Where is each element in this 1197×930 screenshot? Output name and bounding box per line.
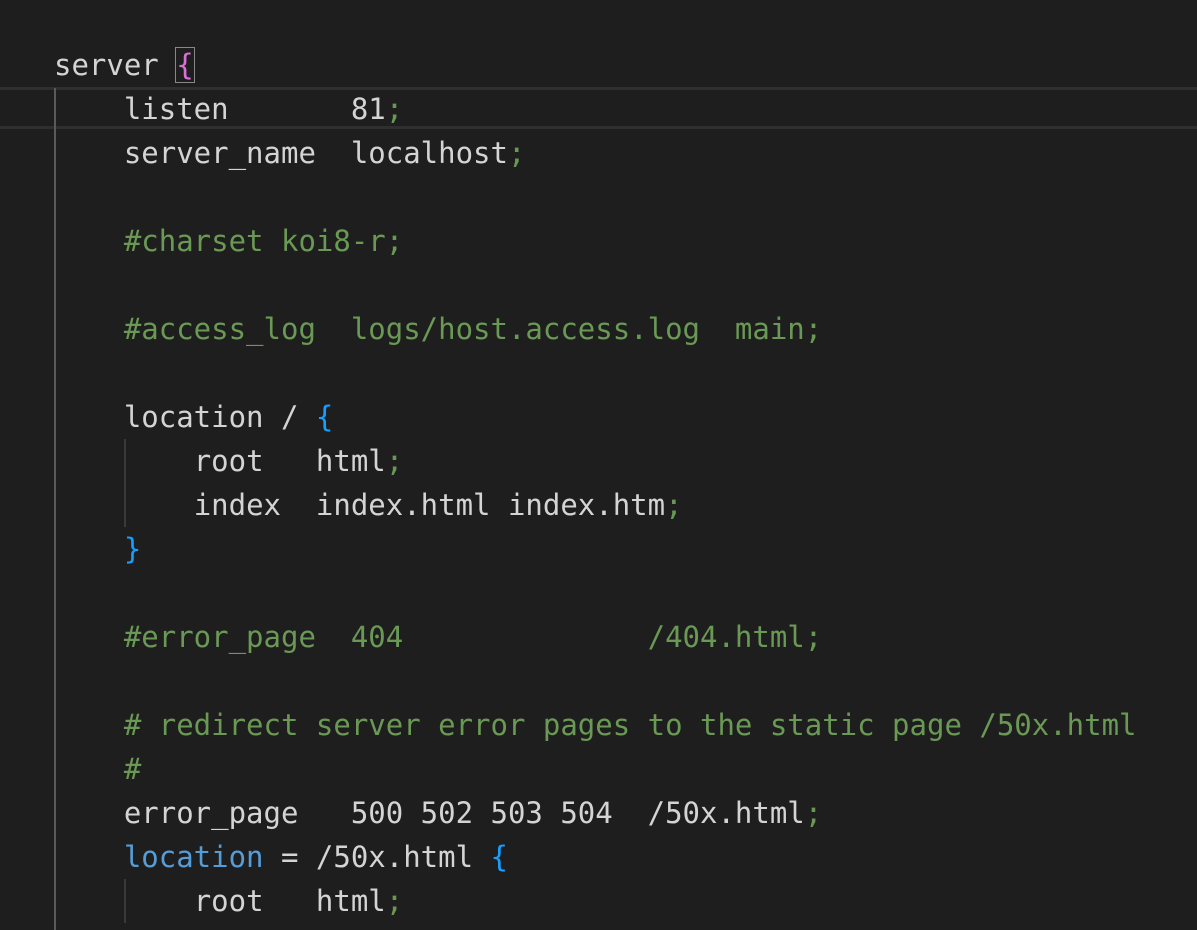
code-line[interactable]: } xyxy=(54,527,141,571)
code-line[interactable]: server { xyxy=(54,43,195,87)
code-line[interactable]: location = /50x.html { xyxy=(54,835,508,879)
code-token: #charset koi8-r; xyxy=(123,224,404,258)
code-token: #access_log logs/host.access.log main; xyxy=(123,312,823,346)
code-line[interactable]: # redirect server error pages to the sta… xyxy=(54,703,1137,747)
code-token: { xyxy=(490,840,508,874)
code-token: ; xyxy=(385,884,404,918)
code-line[interactable]: #access_log logs/host.access.log main; xyxy=(54,307,822,351)
code-token: = /50x.html xyxy=(263,840,491,874)
code-token: root html xyxy=(193,884,386,918)
code-line[interactable]: #error_page 404 /404.html; xyxy=(54,615,822,659)
code-token: ; xyxy=(804,796,823,830)
code-line[interactable]: server_name localhost; xyxy=(54,131,526,175)
code-token: location / xyxy=(123,400,316,434)
code-line[interactable]: root html; xyxy=(54,879,404,923)
code-token: index index.html index.htm xyxy=(193,488,666,522)
code-editor[interactable]: server { listen 81; server_name localhos… xyxy=(0,0,1197,930)
code-line[interactable]: #charset koi8-r; xyxy=(54,219,403,263)
code-token: { xyxy=(175,47,195,83)
code-line[interactable]: root html; xyxy=(54,439,404,483)
code-token: ; xyxy=(507,136,526,170)
code-token: location xyxy=(123,840,264,874)
code-token: ; xyxy=(385,444,404,478)
code-token: ; xyxy=(665,488,683,522)
code-token: server_name localhost xyxy=(123,136,508,170)
code-token: server xyxy=(54,48,177,82)
code-token: } xyxy=(123,532,142,566)
code-token: { xyxy=(315,400,334,434)
code-line[interactable]: index index.html index.htm; xyxy=(54,483,683,527)
code-token: ; xyxy=(385,92,404,126)
code-token: #error_page 404 /404.html; xyxy=(123,620,823,654)
code-token: error_page 500 502 503 504 /50x.html xyxy=(123,796,805,830)
code-token: # redirect server error pages to the sta… xyxy=(123,708,1137,742)
code-token: listen 81 xyxy=(123,92,386,126)
code-line[interactable]: error_page 500 502 503 504 /50x.html; xyxy=(54,791,822,835)
code-line[interactable]: location / { xyxy=(54,395,334,439)
code-line[interactable]: # xyxy=(54,747,141,791)
code-token: # xyxy=(123,752,142,786)
code-line[interactable]: listen 81; xyxy=(54,87,403,131)
code-token: root html xyxy=(193,444,386,478)
